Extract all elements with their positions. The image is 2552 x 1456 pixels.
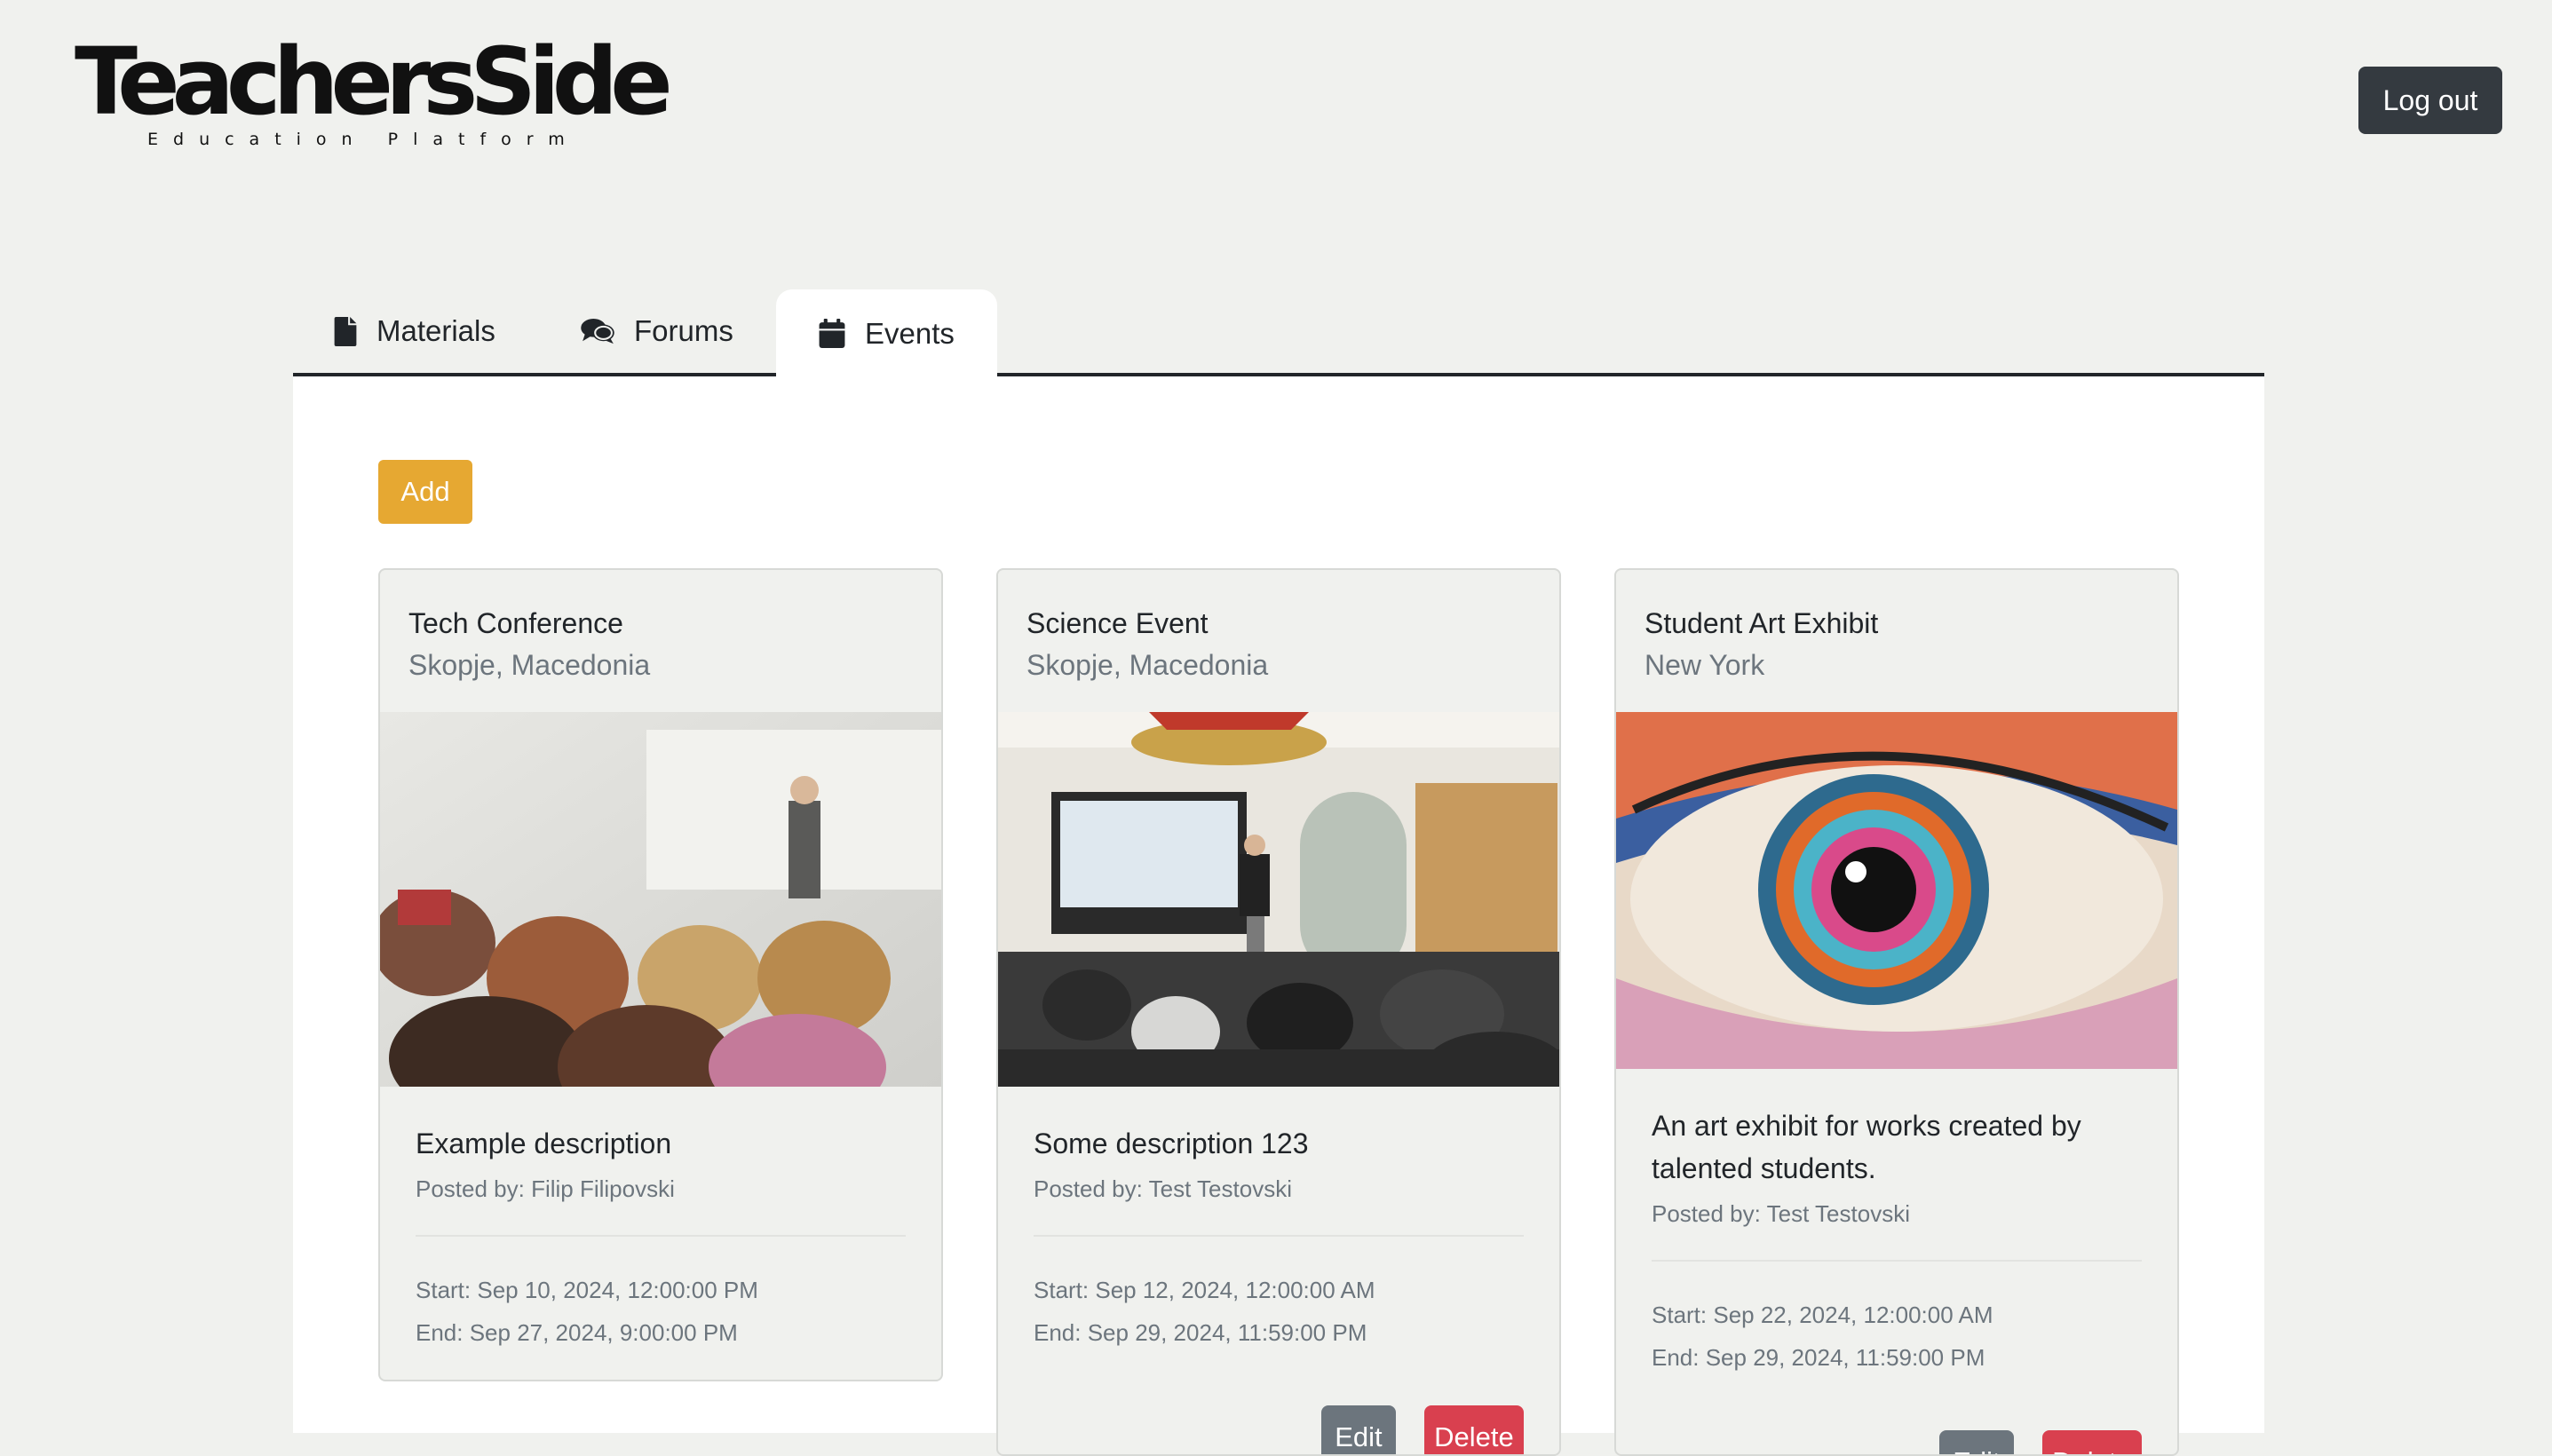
delete-button[interactable]: Delete <box>2041 1430 2142 1454</box>
brand-logo[interactable]: TeachersSide Education Platform <box>75 36 673 160</box>
event-card: Tech Conference Skopje, Macedonia Exampl… <box>378 568 943 1381</box>
card-actions: Edit Delete <box>1652 1430 2142 1454</box>
tab-forums-label: Forums <box>634 314 733 347</box>
card-header: Student Art Exhibit New York <box>1616 570 2177 712</box>
event-end: End: Sep 29, 2024, 11:59:00 PM <box>1034 1319 1367 1346</box>
event-location: Skopje, Macedonia <box>1026 649 1269 681</box>
tab-materials[interactable]: Materials <box>334 289 495 373</box>
event-posted-by: Posted by: Test Testovski <box>1652 1200 1910 1227</box>
event-posted-by: Posted by: Test Testovski <box>1034 1175 1292 1202</box>
event-title: Tech Conference <box>408 607 623 639</box>
event-start: Start: Sep 10, 2024, 12:00:00 PM <box>416 1277 758 1303</box>
event-end: End: Sep 27, 2024, 9:00:00 PM <box>416 1319 738 1346</box>
file-icon <box>334 316 357 346</box>
comments-icon <box>581 318 614 344</box>
card-header: Tech Conference Skopje, Macedonia <box>380 570 941 712</box>
event-description: Example description <box>416 1128 672 1159</box>
logout-button[interactable]: Log out <box>2358 67 2502 134</box>
brand-name: TeachersSide <box>75 28 673 136</box>
edit-button[interactable]: Edit <box>1321 1405 1396 1454</box>
event-title: Science Event <box>1026 607 1209 639</box>
event-posted-by: Posted by: Filip Filipovski <box>416 1175 675 1202</box>
event-description: An art exhibit for works created by tale… <box>1652 1110 2081 1184</box>
event-location: Skopje, Macedonia <box>408 649 651 681</box>
event-location: New York <box>1645 649 1765 681</box>
edit-button[interactable]: Edit <box>1939 1430 2014 1454</box>
event-end: End: Sep 29, 2024, 11:59:00 PM <box>1652 1344 1985 1371</box>
tab-materials-label: Materials <box>376 314 495 347</box>
card-header: Science Event Skopje, Macedonia <box>998 570 1559 712</box>
tab-bar: Materials Forums Events <box>293 289 2264 377</box>
event-start: Start: Sep 22, 2024, 12:00:00 AM <box>1652 1302 1993 1328</box>
add-event-button[interactable]: Add <box>378 460 472 524</box>
card-actions: Edit Delete <box>1034 1405 1524 1454</box>
event-description: Some description 123 <box>1034 1128 1309 1159</box>
card-body: Some description 123 Posted by: Test Tes… <box>998 1122 1559 1454</box>
brand-tagline: Education Platform <box>147 130 580 149</box>
calendar-icon <box>819 319 845 348</box>
tab-forums[interactable]: Forums <box>581 289 733 373</box>
event-image <box>1616 712 2177 1069</box>
card-body: Example description Posted by: Filip Fil… <box>380 1122 941 1354</box>
tab-events-label: Events <box>865 316 955 350</box>
delete-button[interactable]: Delete <box>1423 1405 1524 1454</box>
event-card: Science Event Skopje, Macedonia Some des… <box>996 568 1561 1456</box>
event-image <box>380 712 941 1087</box>
card-body: An art exhibit for works created by tale… <box>1616 1104 2177 1454</box>
divider <box>416 1235 906 1237</box>
event-start: Start: Sep 12, 2024, 12:00:00 AM <box>1034 1277 1375 1303</box>
divider <box>1034 1235 1524 1237</box>
divider <box>1652 1260 2142 1262</box>
event-card: Student Art Exhibit New York An art exhi… <box>1614 568 2179 1456</box>
tab-events[interactable]: Events <box>776 289 997 377</box>
event-image <box>998 712 1559 1087</box>
event-title: Student Art Exhibit <box>1645 607 1879 639</box>
events-panel: Add Tech Conference Skopje, Macedonia Ex… <box>293 376 2264 1456</box>
